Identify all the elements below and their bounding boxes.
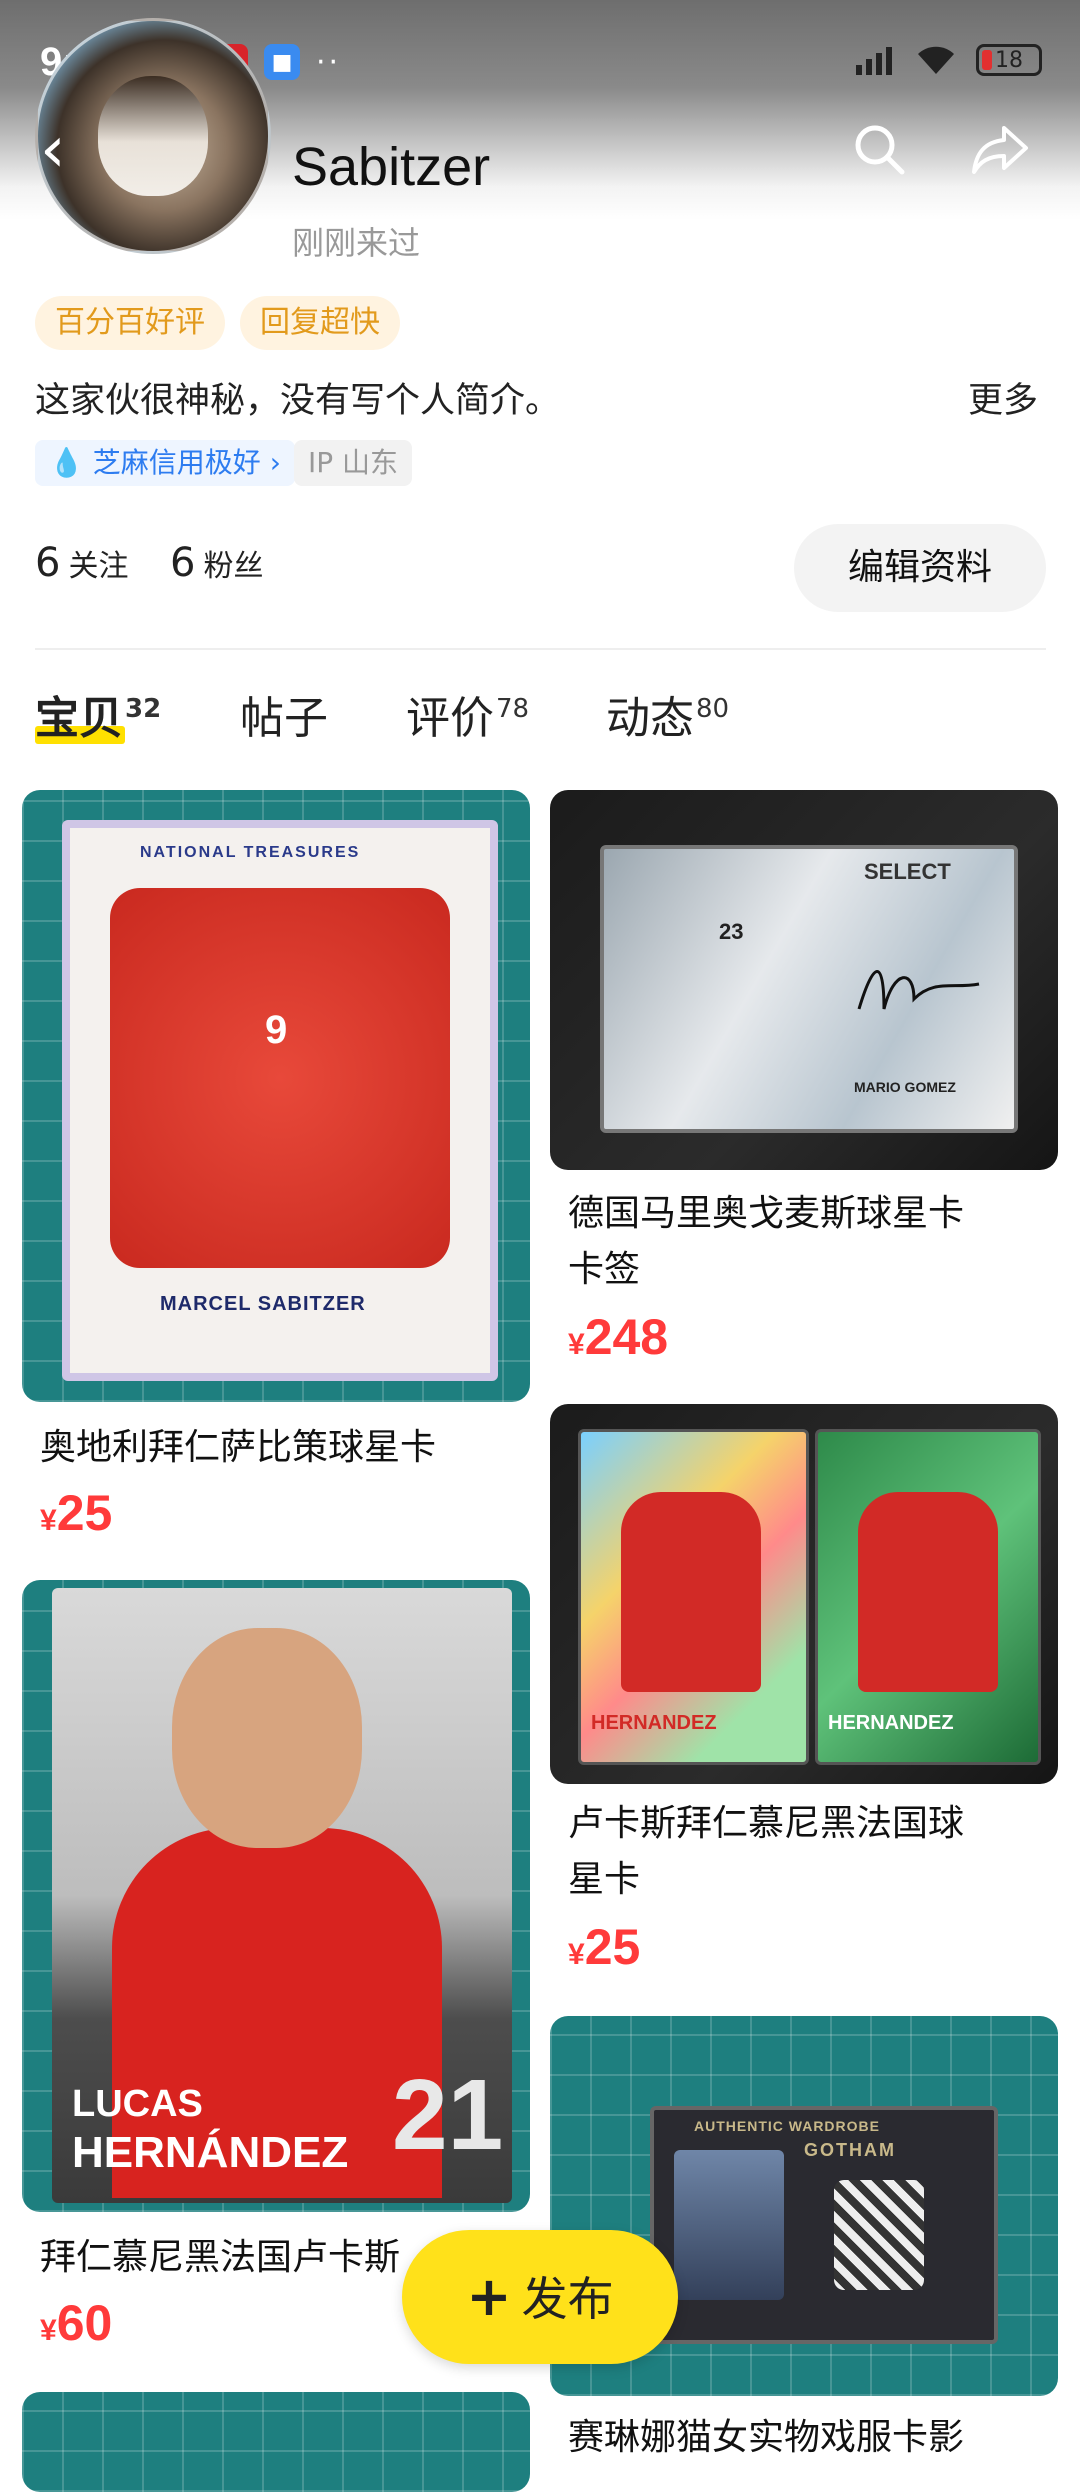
card-jersey [621,1492,761,1692]
card-text: HERNÁNDEZ [72,2128,349,2177]
signal-icon [856,47,892,75]
tab-count: 80 [696,694,730,725]
card-photo: HERNANDEZ [578,1429,809,1765]
followers-count: 6 [170,540,196,586]
plus-icon: + [466,2265,512,2328]
tag-fast-reply: 回复超快 [240,296,400,350]
bio-text: 这家伙很神秘，没有写个人简介。 [35,381,561,421]
card-photo: SELECT 23 MARIO GOMEZ [600,845,1018,1133]
title-line: 卡签 [568,1249,641,1290]
product-image[interactable]: HERNANDEZ HERNANDEZ [550,1404,1058,1784]
divider [35,648,1046,650]
following-stat[interactable]: 6 关注 [35,540,128,586]
publish-label: 发布 [521,2272,614,2326]
product-image[interactable]: NATIONAL TREASURES 9 MARCEL SABITZER [22,790,530,1402]
price-value: 248 [584,1309,669,1365]
product-title[interactable]: 拜仁慕尼黑法国卢卡斯 [40,2230,400,2286]
following-count: 6 [35,540,61,586]
product-price: ¥25 [40,1484,112,1542]
tab-items[interactable]: 宝贝32 [35,682,161,746]
price-currency: ¥ [40,1504,57,1537]
card-text: 9 [265,1008,288,1052]
credit-badge-label: 芝麻信用极好 [92,446,261,479]
credit-drop-icon: 💧 [49,446,84,479]
edit-profile-button[interactable]: 编辑资料 [794,524,1046,612]
tab-label: 动态 [606,693,694,744]
back-icon[interactable]: ‹ [40,118,66,182]
card-text: AUTHENTIC WARDROBE [694,2118,880,2134]
avatar[interactable] [35,18,271,254]
tab-label: 评价 [406,693,494,744]
username: Sabitzer [292,137,491,197]
card-text: NATIONAL TREASURES [140,844,361,861]
card-text: MARCEL SABITZER [160,1293,366,1315]
card-text: 21 [392,2059,504,2171]
card-photo: AUTHENTIC WARDROBE GOTHAM [650,2106,998,2344]
avatar-cat-image [98,76,208,196]
title-line: 星卡 [568,1859,641,1900]
card-text: 23 [719,919,744,944]
price-currency: ¥ [40,2314,57,2347]
price-currency: ¥ [568,1328,585,1361]
product-title[interactable]: 奥地利拜仁萨比策球星卡 [40,1420,436,1476]
card-photo: LUCAS HERNÁNDEZ 21 [52,1588,512,2203]
title-line: 德国马里奥戈麦斯球星卡 [568,1193,965,1234]
card-red-panel [110,888,450,1268]
card-text: GOTHAM [804,2140,896,2160]
card-text: HERNANDEZ [591,1712,717,1734]
card-photo: HERNANDEZ [815,1429,1041,1765]
card-text: LUCAS [72,2083,203,2125]
product-image[interactable]: LUCAS HERNÁNDEZ 21 [22,1580,530,2212]
card-jersey [858,1492,998,1692]
product-price: ¥248 [568,1308,668,1366]
tab-reviews[interactable]: 评价78 [406,682,529,746]
price-value: 25 [584,1919,641,1975]
product-title[interactable]: 德国马里奥戈麦斯球星卡 卡签 [568,1186,964,1298]
wifi-icon [918,46,954,74]
tab-label: 帖子 [240,693,328,744]
product-title[interactable]: 赛琳娜猫女实物戏服卡影 [568,2410,964,2466]
ip-location: IP 山东 [294,440,413,486]
title-line: 卢卡斯拜仁慕尼黑法国球 [568,1803,965,1844]
followers-stat[interactable]: 6 粉丝 [170,540,263,586]
tag-positive-reviews: 百分百好评 [35,296,225,350]
card-text: SELECT [864,859,951,884]
share-icon[interactable] [970,122,1030,176]
tab-posts[interactable]: 帖子 [240,682,328,746]
following-label: 关注 [68,549,129,584]
price-value: 25 [56,1485,113,1541]
tab-count: 32 [125,694,162,725]
price-value: 60 [56,2295,113,2351]
card-photo: NATIONAL TREASURES 9 MARCEL SABITZER [62,820,498,1381]
tab-count: 78 [496,694,530,725]
product-price: ¥60 [40,2294,112,2352]
autograph-signature [857,970,980,1010]
more-notifications-icon: ·· [316,44,342,80]
product-title[interactable]: 卢卡斯拜仁慕尼黑法国球 星卡 [568,1796,964,1908]
more-link[interactable]: 更多 [968,372,1038,423]
card-face [172,1628,362,1848]
message-icon: ■ [264,44,300,80]
price-currency: ¥ [568,1938,585,1971]
battery-level: 18 [995,47,1023,73]
battery-icon: 18 [976,44,1042,76]
product-price: ¥25 [568,1918,640,1976]
card-text: MARIO GOMEZ [854,1079,956,1095]
product-image[interactable] [22,2392,530,2492]
followers-label: 粉丝 [203,549,264,584]
credit-badge[interactable]: 💧 芝麻信用极好 › [35,440,295,486]
tab-activity[interactable]: 动态80 [606,682,729,746]
product-image[interactable]: SELECT 23 MARIO GOMEZ [550,790,1058,1170]
tab-label: 宝贝 [35,693,123,744]
last-seen-status: 刚刚来过 [292,224,421,262]
publish-button[interactable]: + 发布 [402,2230,678,2364]
card-portrait [674,2150,784,2300]
chevron-right-icon: › [269,446,281,479]
card-text: HERNANDEZ [828,1712,954,1734]
card-fabric-swatch [834,2180,924,2290]
search-icon[interactable] [852,122,906,176]
status-system-icons: 18 [854,44,1042,76]
